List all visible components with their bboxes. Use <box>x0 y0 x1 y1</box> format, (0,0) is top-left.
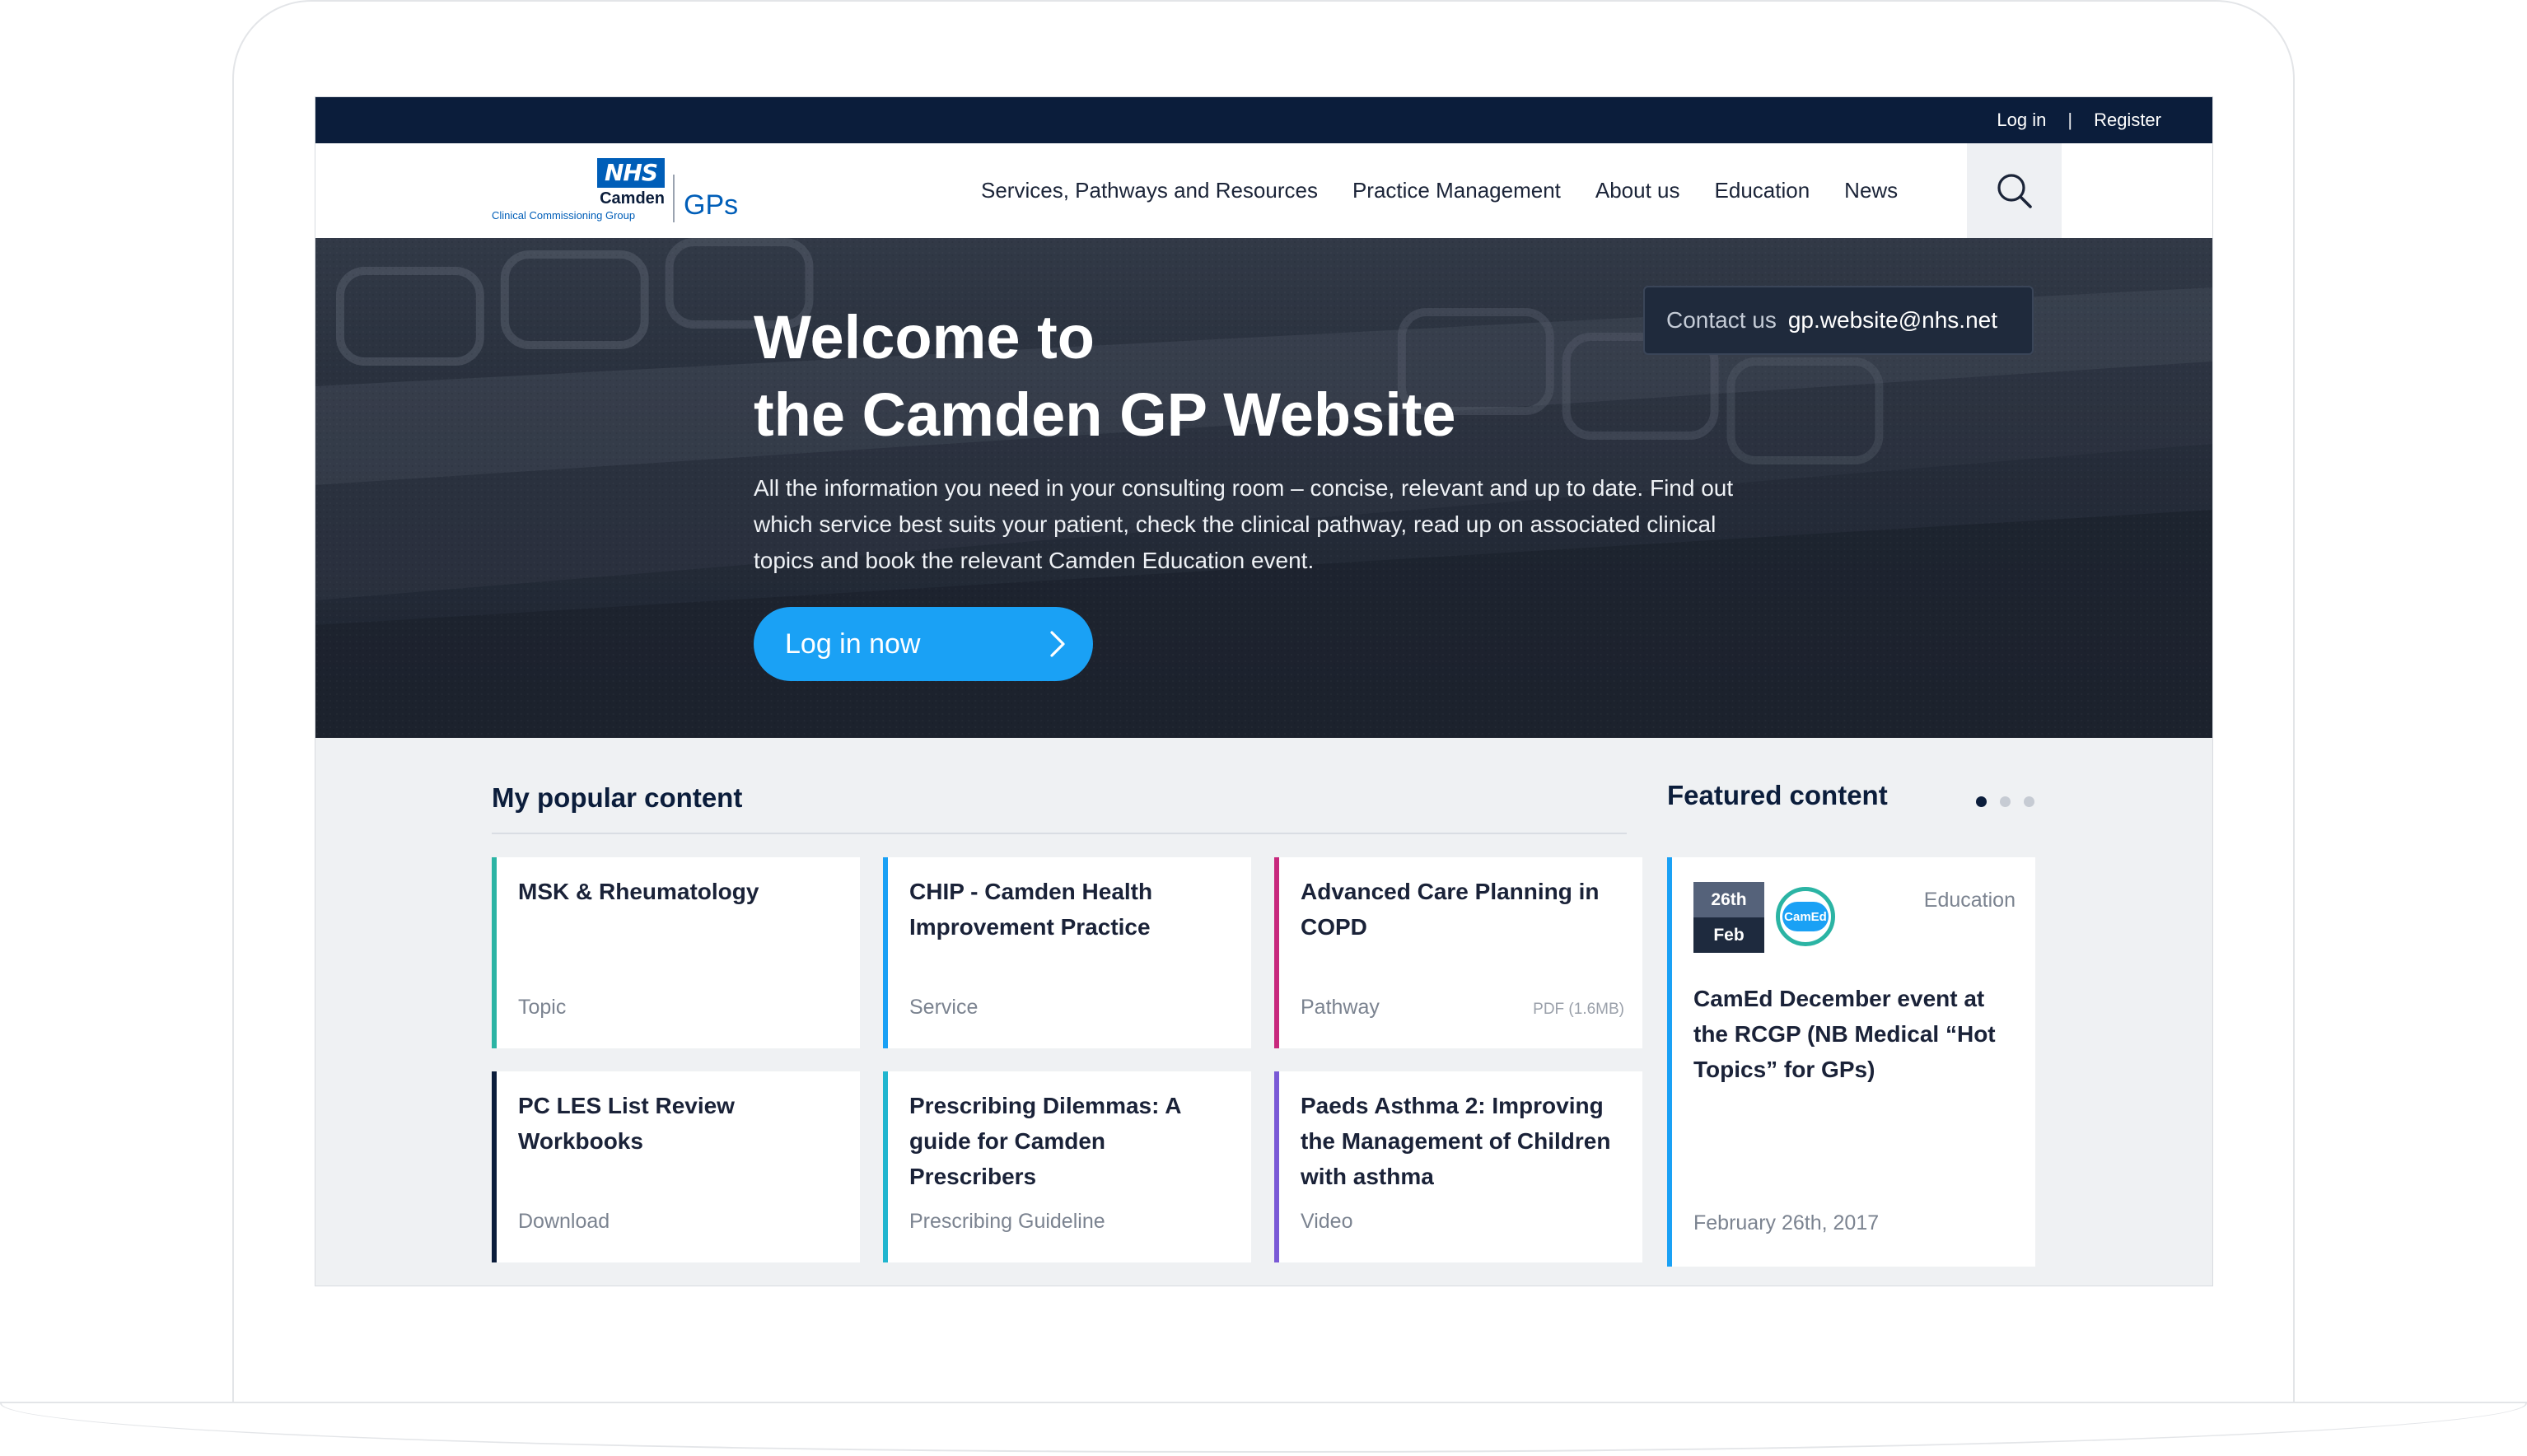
date-badge-month: Feb <box>1693 917 1764 953</box>
camed-logo: CamEd <box>1776 887 1835 946</box>
hero-description: All the information you need in your con… <box>754 475 1734 573</box>
hero-title-line-2: the Camden GP Website <box>754 380 1456 449</box>
search-button[interactable] <box>1967 143 2062 238</box>
card-type: Download <box>518 1210 610 1233</box>
nav-education[interactable]: Education <box>1715 178 1810 203</box>
carousel-dot-2[interactable] <box>2000 796 2011 807</box>
featured-date: February 26th, 2017 <box>1693 1211 1880 1234</box>
hero-banner: Welcome to the Camden GP Website All the… <box>315 238 2212 738</box>
content-card-copd[interactable]: Advanced Care Planning in COPD Pathway P… <box>1274 857 1642 1048</box>
card-title: Prescribing Dilemmas: A guide for Camden… <box>909 1093 1181 1189</box>
featured-content-heading: Featured content <box>1667 780 1888 810</box>
main-nav: Services, Pathways and Resources Practic… <box>981 143 1898 238</box>
carousel-dot-1[interactable] <box>1976 796 1987 807</box>
contact-label: Contact us <box>1666 307 1777 333</box>
hero-title-line-1: Welcome to <box>754 303 1095 371</box>
card-title: CHIP - Camden Health Improvement Practic… <box>909 879 1153 940</box>
site-logo[interactable]: NHS Camden Clinical Commissioning Group … <box>492 158 739 226</box>
content-card-pc-les[interactable]: PC LES List Review Workbooks Download <box>492 1071 860 1262</box>
login-link[interactable]: Log in <box>1997 110 2046 131</box>
card-title: Paeds Asthma 2: Improving the Management… <box>1301 1093 1611 1189</box>
contact-email-link[interactable]: gp.website@nhs.net <box>1788 307 1997 334</box>
card-type: Service <box>909 996 979 1019</box>
chevron-right-icon <box>1050 631 1065 657</box>
content-card-paeds-asthma[interactable]: Paeds Asthma 2: Improving the Management… <box>1274 1071 1642 1262</box>
nav-news[interactable]: News <box>1844 178 1898 203</box>
nav-about-us[interactable]: About us <box>1595 178 1680 203</box>
browser-screen: Log in | Register NHS Camden Clinical Co… <box>315 96 2213 1286</box>
site-header: NHS Camden Clinical Commissioning Group … <box>315 143 2212 238</box>
card-title: PC LES List Review Workbooks <box>518 1093 735 1154</box>
carousel-dot-3[interactable] <box>2024 796 2034 807</box>
featured-card[interactable]: 26th Feb CamEd Education CamEd December … <box>1667 857 2035 1267</box>
login-now-button[interactable]: Log in now <box>754 607 1093 681</box>
logo-org-name: Camden <box>600 189 665 208</box>
login-now-label: Log in now <box>785 628 921 660</box>
logo-product-name: GPs <box>684 189 739 221</box>
register-link[interactable]: Register <box>2094 110 2161 131</box>
carousel-dots <box>1976 796 2048 807</box>
topbar-separator: | <box>2067 110 2073 130</box>
content-card-prescribing[interactable]: Prescribing Dilemmas: A guide for Camden… <box>883 1071 1251 1262</box>
logo-divider <box>673 175 675 222</box>
card-title: MSK & Rheumatology <box>518 879 759 904</box>
contact-box: Contact us gp.website@nhs.net <box>1643 286 2034 355</box>
card-type: Topic <box>518 996 567 1019</box>
date-badge-day: 26th <box>1693 882 1764 917</box>
card-type: Video <box>1301 1210 1353 1233</box>
hero-title: Welcome to the Camden GP Website <box>754 299 1660 454</box>
card-type: Prescribing Guideline <box>909 1210 1105 1233</box>
search-icon <box>1997 173 2032 208</box>
featured-title: CamEd December event at the RCGP (NB Med… <box>1693 986 1996 1082</box>
logo-group-name: Clinical Commissioning Group <box>492 209 636 222</box>
card-file-size: PDF (1.6MB) <box>1533 1001 1624 1018</box>
nav-practice-management[interactable]: Practice Management <box>1352 178 1561 203</box>
nhs-logo-box: NHS <box>597 158 665 188</box>
card-type: Pathway <box>1301 996 1380 1019</box>
featured-category: Education <box>1923 889 2016 912</box>
camed-logo-text: CamEd <box>1782 902 1829 931</box>
popular-divider <box>492 833 1627 834</box>
content-card-chip[interactable]: CHIP - Camden Health Improvement Practic… <box>883 857 1251 1048</box>
date-badge: 26th Feb <box>1693 882 1764 953</box>
laptop-base <box>0 1402 2527 1453</box>
nav-services[interactable]: Services, Pathways and Resources <box>981 178 1318 203</box>
utility-bar: Log in | Register <box>315 97 2212 143</box>
content-card-msk[interactable]: MSK & Rheumatology Topic <box>492 857 860 1048</box>
card-title: Advanced Care Planning in COPD <box>1301 879 1600 940</box>
popular-content-heading: My popular content <box>492 782 743 813</box>
